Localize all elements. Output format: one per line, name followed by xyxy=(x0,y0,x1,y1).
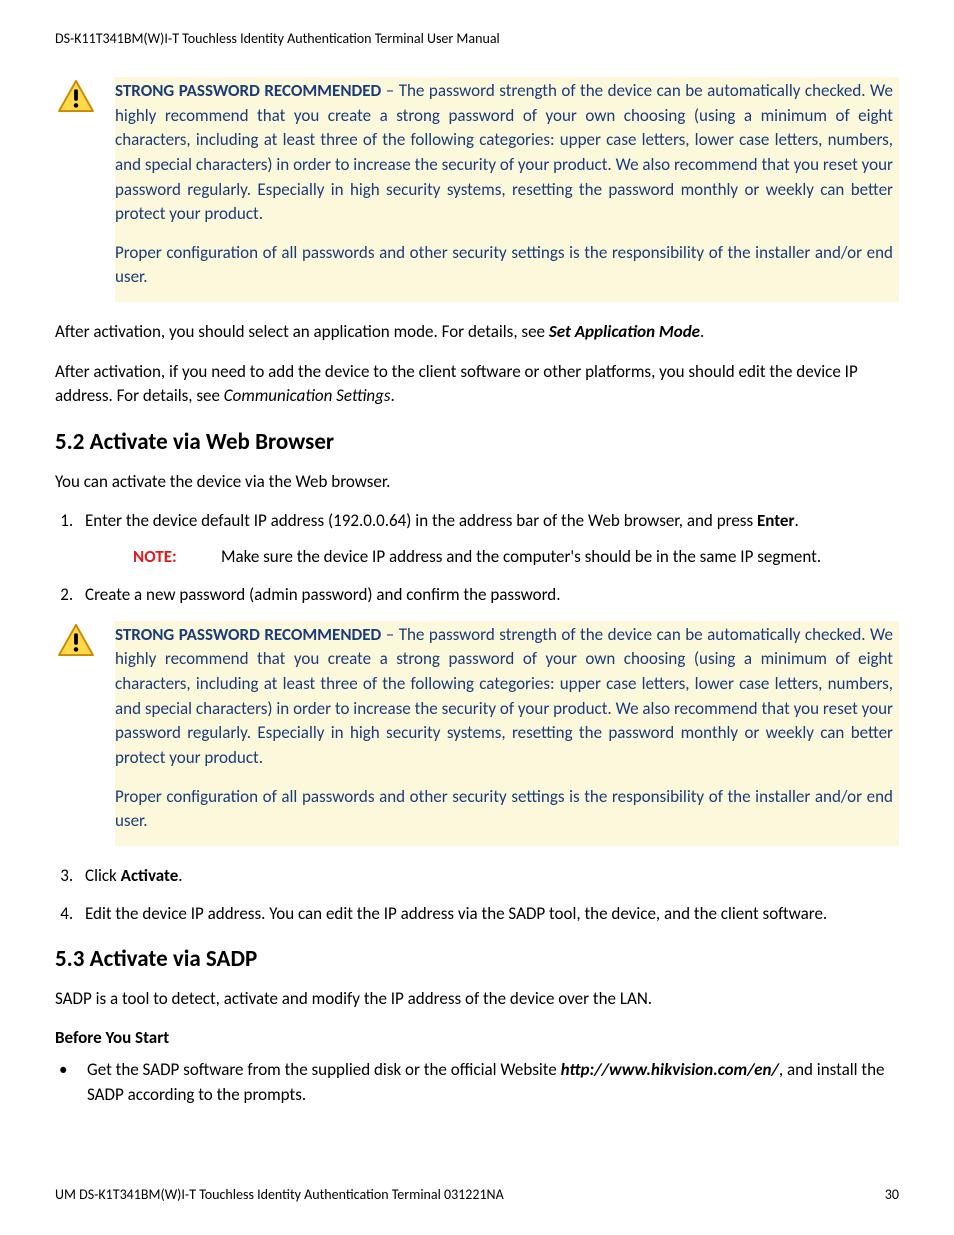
warning-text: STRONG PASSWORD RECOMMENDED – The passwo… xyxy=(115,621,899,846)
before-you-start: Before You Start xyxy=(55,1027,899,1048)
steps-list-52b: Click Activate. Edit the device IP addre… xyxy=(55,864,899,926)
after-activation-1: After activation, you should select an a… xyxy=(55,320,899,344)
step-4: Edit the device IP address. You can edit… xyxy=(77,902,899,926)
step-1: Enter the device default IP address (192… xyxy=(77,509,899,569)
warning-callout-1: STRONG PASSWORD RECOMMENDED – The passwo… xyxy=(55,77,899,302)
footer-page-number: 30 xyxy=(885,1186,899,1203)
steps-list-52: Enter the device default IP address (192… xyxy=(55,509,899,606)
warning-p2: Proper configuration of all passwords an… xyxy=(115,785,893,834)
heading-5-3: 5.3 Activate via SADP xyxy=(55,945,899,973)
before-start-list: • Get the SADP software from the supplie… xyxy=(55,1058,899,1107)
warning-callout-2: STRONG PASSWORD RECOMMENDED – The passwo… xyxy=(55,621,899,846)
heading-5-2: 5.2 Activate via Web Browser xyxy=(55,428,899,456)
footer-left: UM DS-K1T341BM(W)I-T Touchless Identity … xyxy=(55,1186,504,1203)
warning-p2: Proper configuration of all passwords an… xyxy=(115,241,893,290)
step-3: Click Activate. xyxy=(77,864,899,888)
page-header: DS-K11T341BM(W)I-T Touchless Identity Au… xyxy=(55,30,899,47)
page-footer: UM DS-K1T341BM(W)I-T Touchless Identity … xyxy=(55,1186,899,1203)
warning-p1: The password strength of the device can … xyxy=(115,80,893,224)
warning-lead: STRONG PASSWORD RECOMMENDED xyxy=(115,624,381,645)
bullet-mark: • xyxy=(55,1058,69,1107)
warning-lead: STRONG PASSWORD RECOMMENDED xyxy=(115,80,381,101)
warning-p1: The password strength of the device can … xyxy=(115,624,893,768)
warning-dash: – xyxy=(381,80,398,101)
warning-dash: – xyxy=(381,624,398,645)
sec52-intro: You can activate the device via the Web … xyxy=(55,470,899,494)
after-activation-2: After activation, if you need to add the… xyxy=(55,360,899,408)
warning-icon xyxy=(55,621,97,657)
sec53-intro: SADP is a tool to detect, activate and m… xyxy=(55,987,899,1011)
note-text: Make sure the device IP address and the … xyxy=(221,545,899,569)
note-label: NOTE: xyxy=(133,545,193,569)
note-row: NOTE: Make sure the device IP address an… xyxy=(133,545,899,569)
warning-text: STRONG PASSWORD RECOMMENDED – The passwo… xyxy=(115,77,899,302)
step-2: Create a new password (admin password) a… xyxy=(77,583,899,607)
list-item: • Get the SADP software from the supplie… xyxy=(55,1058,899,1107)
warning-icon xyxy=(55,77,97,113)
